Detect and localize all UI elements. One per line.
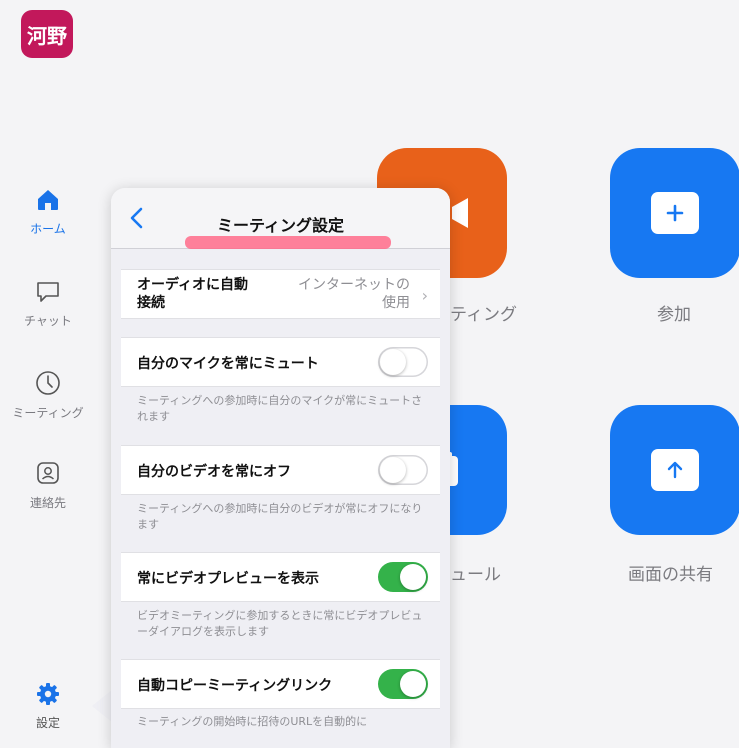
audio-connect-row[interactable]: オーディオに自動 接続 インターネットの 使用 › bbox=[121, 269, 440, 319]
clock-icon bbox=[36, 371, 60, 395]
plus-icon bbox=[666, 204, 684, 222]
copy-link-toggle[interactable] bbox=[378, 669, 428, 699]
sidebar-item-meetings[interactable]: ミーティング bbox=[0, 370, 96, 421]
video-off-desc: ミーティングへの参加時に自分のビデオが常にオフになります bbox=[137, 502, 423, 531]
audio-connect-label: オーディオに自動 接続 bbox=[137, 277, 249, 311]
popover-arrow bbox=[92, 690, 112, 722]
sidebar-item-home[interactable]: ホーム bbox=[0, 188, 96, 237]
sidebar-item-label: チャット bbox=[24, 314, 72, 328]
video-off-row: 自分のビデオを常にオフ bbox=[121, 445, 440, 495]
sidebar-item-chat[interactable]: チャット bbox=[0, 280, 96, 329]
join-button[interactable] bbox=[610, 148, 739, 278]
highlight-mark bbox=[185, 236, 391, 249]
contacts-icon bbox=[37, 462, 59, 484]
video-off-toggle[interactable] bbox=[378, 455, 428, 485]
page-title: ミーティング設定 bbox=[216, 216, 345, 235]
video-preview-toggle[interactable] bbox=[378, 562, 428, 592]
new-meeting-label: ティング bbox=[450, 305, 517, 325]
sidebar-item-label: 連絡先 bbox=[29, 496, 66, 510]
video-preview-desc: ビデオミーティングに参加するときに常にビデオプレビューダイアログを表示します bbox=[137, 609, 423, 638]
mute-mic-label: 自分のマイクを常にミュート bbox=[137, 356, 319, 372]
share-screen-label: 画面の共有 bbox=[628, 565, 713, 585]
audio-connect-value: インターネットの 使用 bbox=[298, 277, 410, 311]
chat-icon bbox=[37, 282, 59, 302]
sidebar-item-label: ホーム bbox=[30, 222, 66, 236]
popover-header: ミーティング設定 bbox=[111, 188, 450, 249]
sidebar-item-label: 設定 bbox=[35, 716, 60, 730]
schedule-label: ュール bbox=[450, 565, 501, 585]
sidebar-item-settings[interactable]: 設定 bbox=[0, 682, 96, 731]
video-off-label: 自分のビデオを常にオフ bbox=[137, 464, 291, 480]
gear-icon bbox=[37, 683, 59, 705]
copy-link-label: 自動コピーミーティングリンク bbox=[137, 678, 333, 694]
chevron-right-icon: › bbox=[421, 286, 428, 305]
copy-link-desc: ミーティングの開始時に招待のURLを自動的に bbox=[137, 715, 368, 728]
meeting-settings-popover: ミーティング設定 オーディオに自動 接続 インターネットの 使用 › 自分のマイ… bbox=[111, 188, 450, 748]
avatar[interactable]: 河野 bbox=[21, 10, 73, 58]
video-preview-row: 常にビデオプレビューを表示 bbox=[121, 552, 440, 602]
mute-mic-row: 自分のマイクを常にミュート bbox=[121, 337, 440, 387]
mute-mic-toggle[interactable] bbox=[378, 347, 428, 377]
upload-arrow-icon bbox=[667, 461, 683, 479]
share-screen-button[interactable] bbox=[610, 405, 739, 535]
copy-link-row: 自動コピーミーティングリンク bbox=[121, 659, 440, 709]
sidebar-item-contacts[interactable]: 連絡先 bbox=[0, 460, 96, 511]
join-label: 参加 bbox=[657, 305, 691, 325]
home-icon bbox=[38, 190, 58, 210]
sidebar-item-label: ミーティング bbox=[12, 406, 84, 420]
mute-mic-desc: ミーティングへの参加時に自分のマイクが常にミュートされます bbox=[137, 394, 423, 423]
video-preview-label: 常にビデオプレビューを表示 bbox=[137, 571, 319, 587]
